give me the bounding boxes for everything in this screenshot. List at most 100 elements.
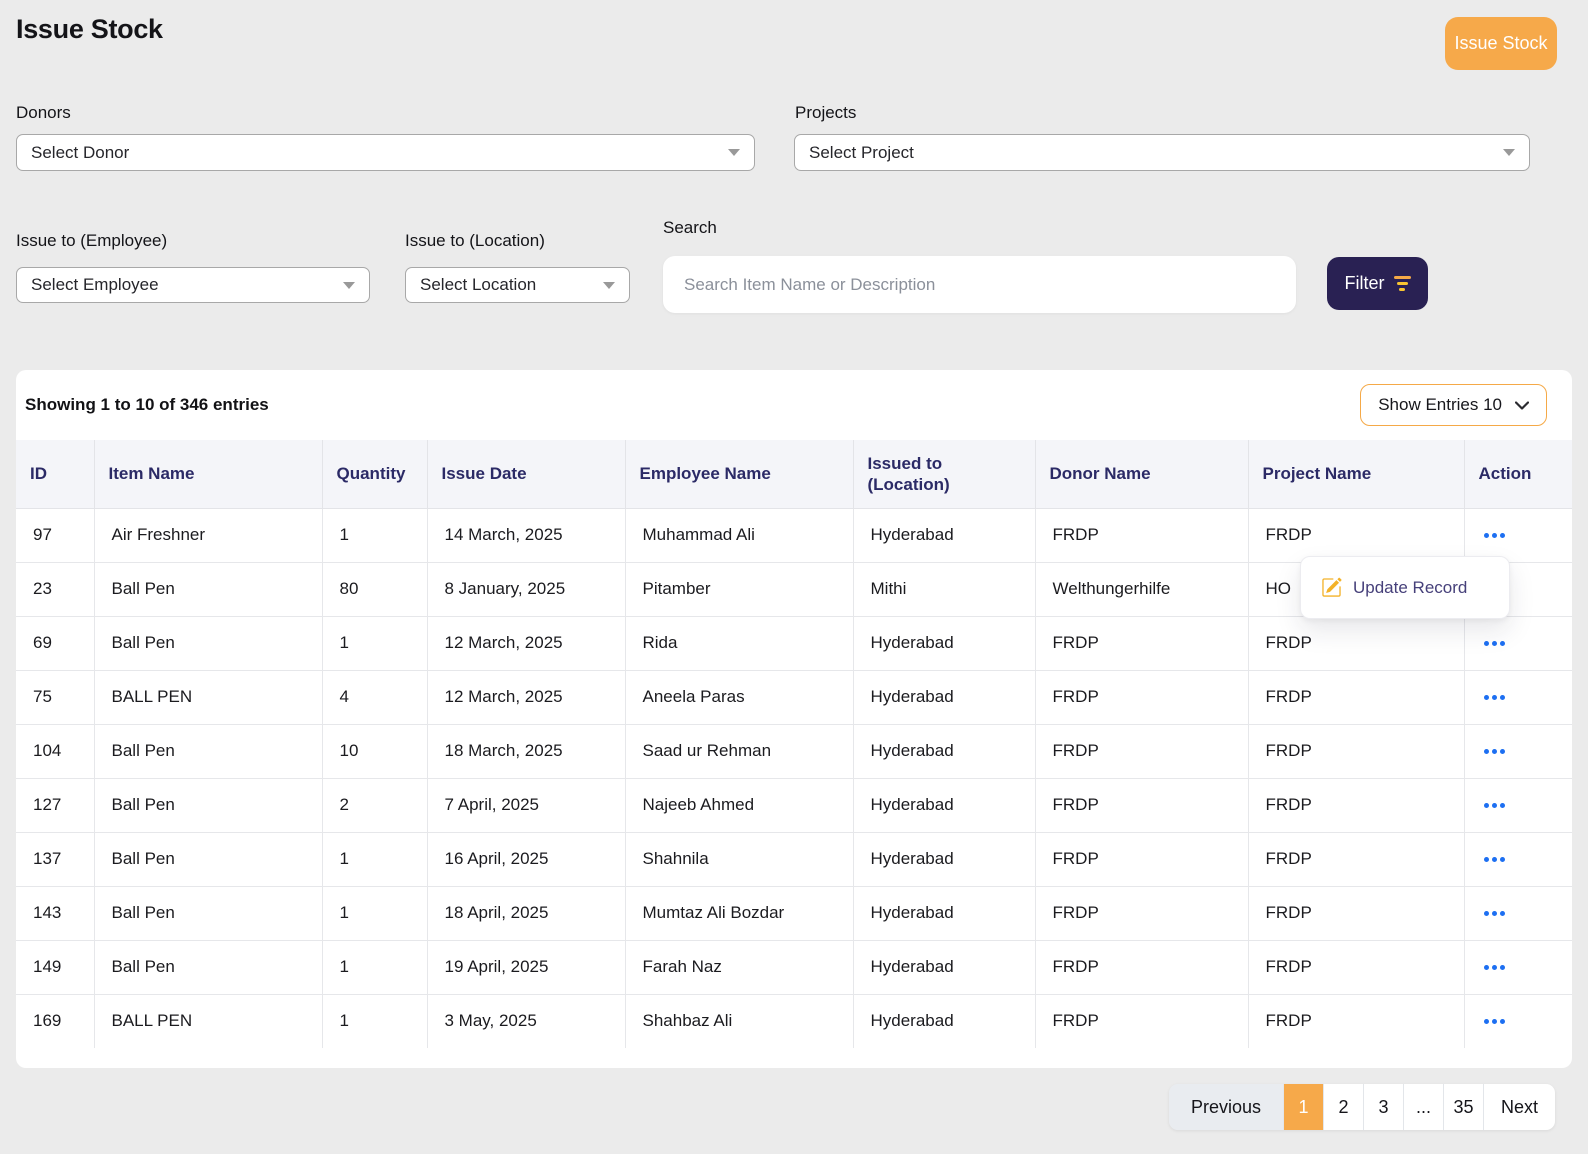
- cell-quantity: 1: [322, 508, 427, 562]
- cell-id: 143: [16, 886, 94, 940]
- three-dots-icon: [1492, 749, 1497, 754]
- filter-button[interactable]: Filter: [1327, 257, 1428, 310]
- cell-issued-to-location: Mithi: [853, 562, 1035, 616]
- table-toolbar: Showing 1 to 10 of 346 entries Show Entr…: [16, 370, 1572, 440]
- cell-employee-name: Shahnila: [625, 832, 853, 886]
- three-dots-icon: [1492, 965, 1497, 970]
- cell-issue-date: 12 March, 2025: [427, 616, 625, 670]
- row-actions-button[interactable]: [1482, 907, 1507, 920]
- cell-action: [1464, 940, 1572, 994]
- issue-stock-table: IDItem NameQuantityIssue DateEmployee Na…: [16, 440, 1572, 1048]
- cell-quantity: 80: [322, 562, 427, 616]
- cell-donor-name: FRDP: [1035, 778, 1248, 832]
- cell-quantity: 1: [322, 886, 427, 940]
- three-dots-icon: [1492, 857, 1497, 862]
- location-select[interactable]: Select Location: [405, 267, 630, 303]
- edit-icon: [1321, 577, 1342, 598]
- pagination-page-2[interactable]: 2: [1323, 1084, 1363, 1130]
- pagination-next[interactable]: Next: [1483, 1084, 1555, 1130]
- pagination-ellipsis[interactable]: ...: [1403, 1084, 1443, 1130]
- three-dots-icon: [1500, 911, 1505, 916]
- cell-issued-to-location: Hyderabad: [853, 724, 1035, 778]
- cell-issue-date: 18 April, 2025: [427, 886, 625, 940]
- projects-label: Projects: [795, 103, 856, 123]
- cell-action: [1464, 832, 1572, 886]
- three-dots-icon: [1492, 641, 1497, 646]
- pagination-page-3[interactable]: 3: [1363, 1084, 1403, 1130]
- row-actions-button[interactable]: [1482, 637, 1507, 650]
- three-dots-icon: [1484, 695, 1489, 700]
- page-title: Issue Stock: [16, 14, 163, 45]
- cell-action: [1464, 724, 1572, 778]
- cell-quantity: 4: [322, 670, 427, 724]
- cell-issue-date: 8 January, 2025: [427, 562, 625, 616]
- cell-employee-name: Mumtaz Ali Bozdar: [625, 886, 853, 940]
- cell-issue-date: 19 April, 2025: [427, 940, 625, 994]
- three-dots-icon: [1500, 1019, 1505, 1024]
- cell-item-name: Ball Pen: [94, 778, 322, 832]
- three-dots-icon: [1484, 803, 1489, 808]
- cell-issued-to-location: Hyderabad: [853, 886, 1035, 940]
- row-actions-button[interactable]: [1482, 745, 1507, 758]
- cell-donor-name: FRDP: [1035, 670, 1248, 724]
- cell-issued-to-location: Hyderabad: [853, 940, 1035, 994]
- cell-donor-name: Welthungerhilfe: [1035, 562, 1248, 616]
- chevron-down-icon: [1515, 401, 1529, 410]
- show-entries-dropdown[interactable]: Show Entries 10: [1360, 384, 1547, 426]
- employee-select[interactable]: Select Employee: [16, 267, 370, 303]
- issue-stock-button[interactable]: Issue Stock: [1445, 17, 1557, 70]
- column-header-quantity: Quantity: [322, 440, 427, 508]
- cell-item-name: Ball Pen: [94, 832, 322, 886]
- three-dots-icon: [1484, 749, 1489, 754]
- three-dots-icon: [1492, 911, 1497, 916]
- search-input[interactable]: [663, 256, 1296, 313]
- cell-id: 127: [16, 778, 94, 832]
- row-actions-button[interactable]: [1482, 1015, 1507, 1028]
- cell-employee-name: Aneela Paras: [625, 670, 853, 724]
- pagination-page-1[interactable]: 1: [1283, 1084, 1323, 1130]
- row-actions-button[interactable]: [1482, 799, 1507, 812]
- three-dots-icon: [1492, 803, 1497, 808]
- cell-issued-to-location: Hyderabad: [853, 670, 1035, 724]
- cell-donor-name: FRDP: [1035, 832, 1248, 886]
- three-dots-icon: [1500, 965, 1505, 970]
- table-row: 104Ball Pen1018 March, 2025Saad ur Rehma…: [16, 724, 1572, 778]
- column-header-project-name: Project Name: [1248, 440, 1464, 508]
- cell-project-name: FRDP: [1248, 940, 1464, 994]
- row-actions-button[interactable]: [1482, 529, 1507, 542]
- cell-project-name: FRDP: [1248, 508, 1464, 562]
- project-select[interactable]: Select Project: [794, 134, 1530, 171]
- column-header-action: Action: [1464, 440, 1572, 508]
- three-dots-icon: [1484, 641, 1489, 646]
- column-header-id: ID: [16, 440, 94, 508]
- location-select-value: Select Location: [420, 275, 536, 295]
- table-row: 137Ball Pen116 April, 2025ShahnilaHydera…: [16, 832, 1572, 886]
- cell-action: [1464, 670, 1572, 724]
- row-actions-button[interactable]: [1482, 961, 1507, 974]
- pagination: Previous123...35Next: [1169, 1084, 1555, 1130]
- dropdown-arrow-icon: [728, 149, 740, 156]
- pagination-page-35[interactable]: 35: [1443, 1084, 1483, 1130]
- donor-select-value: Select Donor: [31, 143, 129, 163]
- row-actions-button[interactable]: [1482, 691, 1507, 704]
- pagination-previous[interactable]: Previous: [1169, 1084, 1283, 1130]
- cell-employee-name: Rida: [625, 616, 853, 670]
- cell-item-name: Ball Pen: [94, 940, 322, 994]
- cell-id: 137: [16, 832, 94, 886]
- cell-action: [1464, 508, 1572, 562]
- cell-issue-date: 3 May, 2025: [427, 994, 625, 1048]
- cell-issued-to-location: Hyderabad: [853, 616, 1035, 670]
- cell-employee-name: Pitamber: [625, 562, 853, 616]
- cell-employee-name: Najeeb Ahmed: [625, 778, 853, 832]
- cell-donor-name: FRDP: [1035, 940, 1248, 994]
- cell-project-name: FRDP: [1248, 778, 1464, 832]
- cell-employee-name: Muhammad Ali: [625, 508, 853, 562]
- donor-select[interactable]: Select Donor: [16, 134, 755, 171]
- row-actions-button[interactable]: [1482, 853, 1507, 866]
- three-dots-icon: [1500, 803, 1505, 808]
- cell-employee-name: Farah Naz: [625, 940, 853, 994]
- cell-item-name: Ball Pen: [94, 886, 322, 940]
- update-record-menu-item[interactable]: Update Record: [1353, 578, 1467, 598]
- cell-item-name: BALL PEN: [94, 670, 322, 724]
- dropdown-arrow-icon: [343, 282, 355, 289]
